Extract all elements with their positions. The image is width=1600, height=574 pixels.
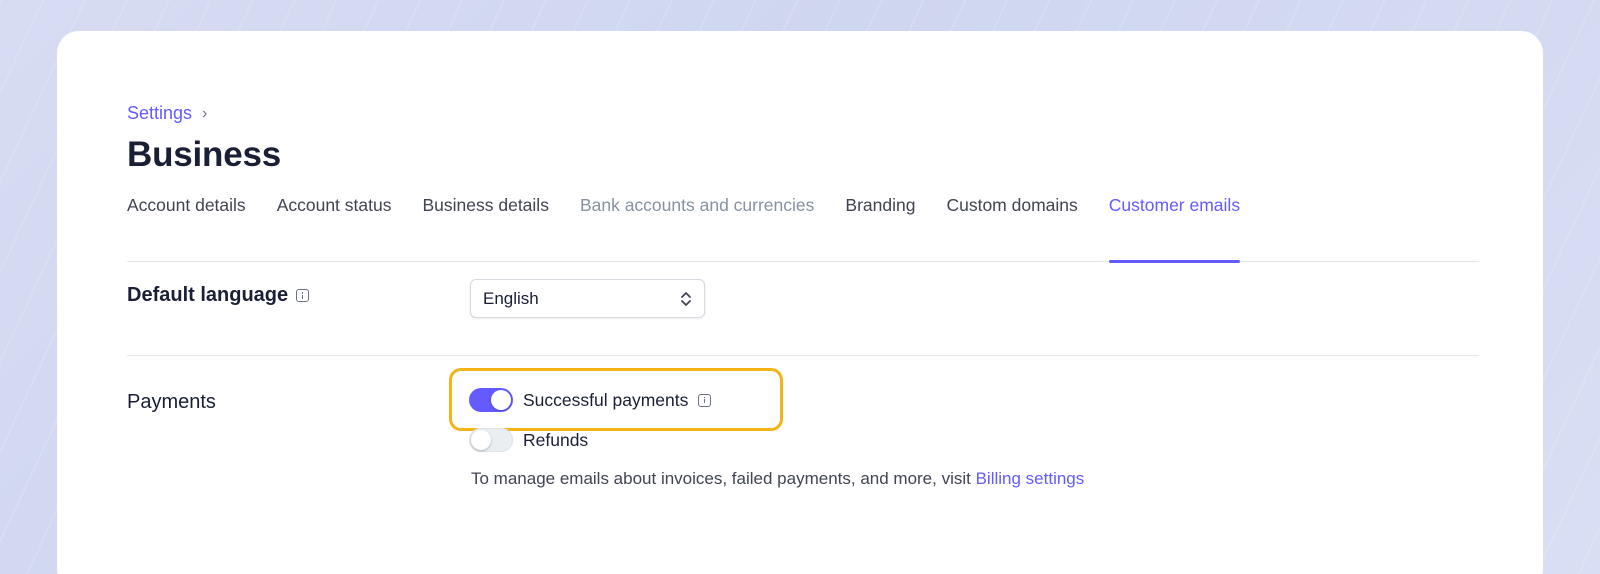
tab-branding[interactable]: Branding xyxy=(845,195,915,262)
tab-customer-emails[interactable]: Customer emails xyxy=(1108,195,1241,263)
breadcrumb-settings-link[interactable]: Settings xyxy=(127,103,192,124)
toggle-knob xyxy=(471,430,491,450)
info-icon[interactable] xyxy=(296,289,310,302)
billing-settings-link[interactable]: Billing settings xyxy=(976,469,1085,488)
tab-bank-accounts-and-currencies[interactable]: Bank accounts and currencies xyxy=(580,195,814,262)
chevron-right-icon: › xyxy=(202,104,208,122)
language-select-value: English xyxy=(483,288,539,308)
toggle-knob xyxy=(491,390,511,410)
tab-account-details[interactable]: Account details xyxy=(127,195,246,262)
refunds-toggle[interactable] xyxy=(469,428,513,452)
breadcrumb: Settings › xyxy=(127,103,207,124)
successful-payments-row: Successful payments xyxy=(469,388,712,412)
tab-custom-domains[interactable]: Custom domains xyxy=(946,195,1077,262)
billing-note: To manage emails about invoices, failed … xyxy=(471,469,1084,489)
settings-card: Settings › Business Account details Acco… xyxy=(57,31,1543,574)
chevron-up-down-icon xyxy=(680,290,692,308)
tab-business-details[interactable]: Business details xyxy=(422,195,548,262)
tab-account-status[interactable]: Account status xyxy=(277,195,392,262)
info-icon[interactable] xyxy=(698,393,712,407)
refunds-label: Refunds xyxy=(523,429,589,450)
payments-row: Payments xyxy=(127,391,216,414)
default-language-label: Default language xyxy=(127,284,289,306)
default-language-row: Default language xyxy=(127,284,310,307)
refunds-row: Refunds xyxy=(469,428,588,452)
section-divider xyxy=(127,355,1479,356)
language-select[interactable]: English xyxy=(470,279,705,318)
tab-bar: Account details Account status Business … xyxy=(127,195,1479,263)
successful-payments-toggle[interactable] xyxy=(469,388,513,412)
page-title: Business xyxy=(127,135,282,174)
billing-note-text: To manage emails about invoices, failed … xyxy=(471,469,976,488)
successful-payments-label: Successful payments xyxy=(523,389,689,410)
payments-label: Payments xyxy=(127,391,216,413)
